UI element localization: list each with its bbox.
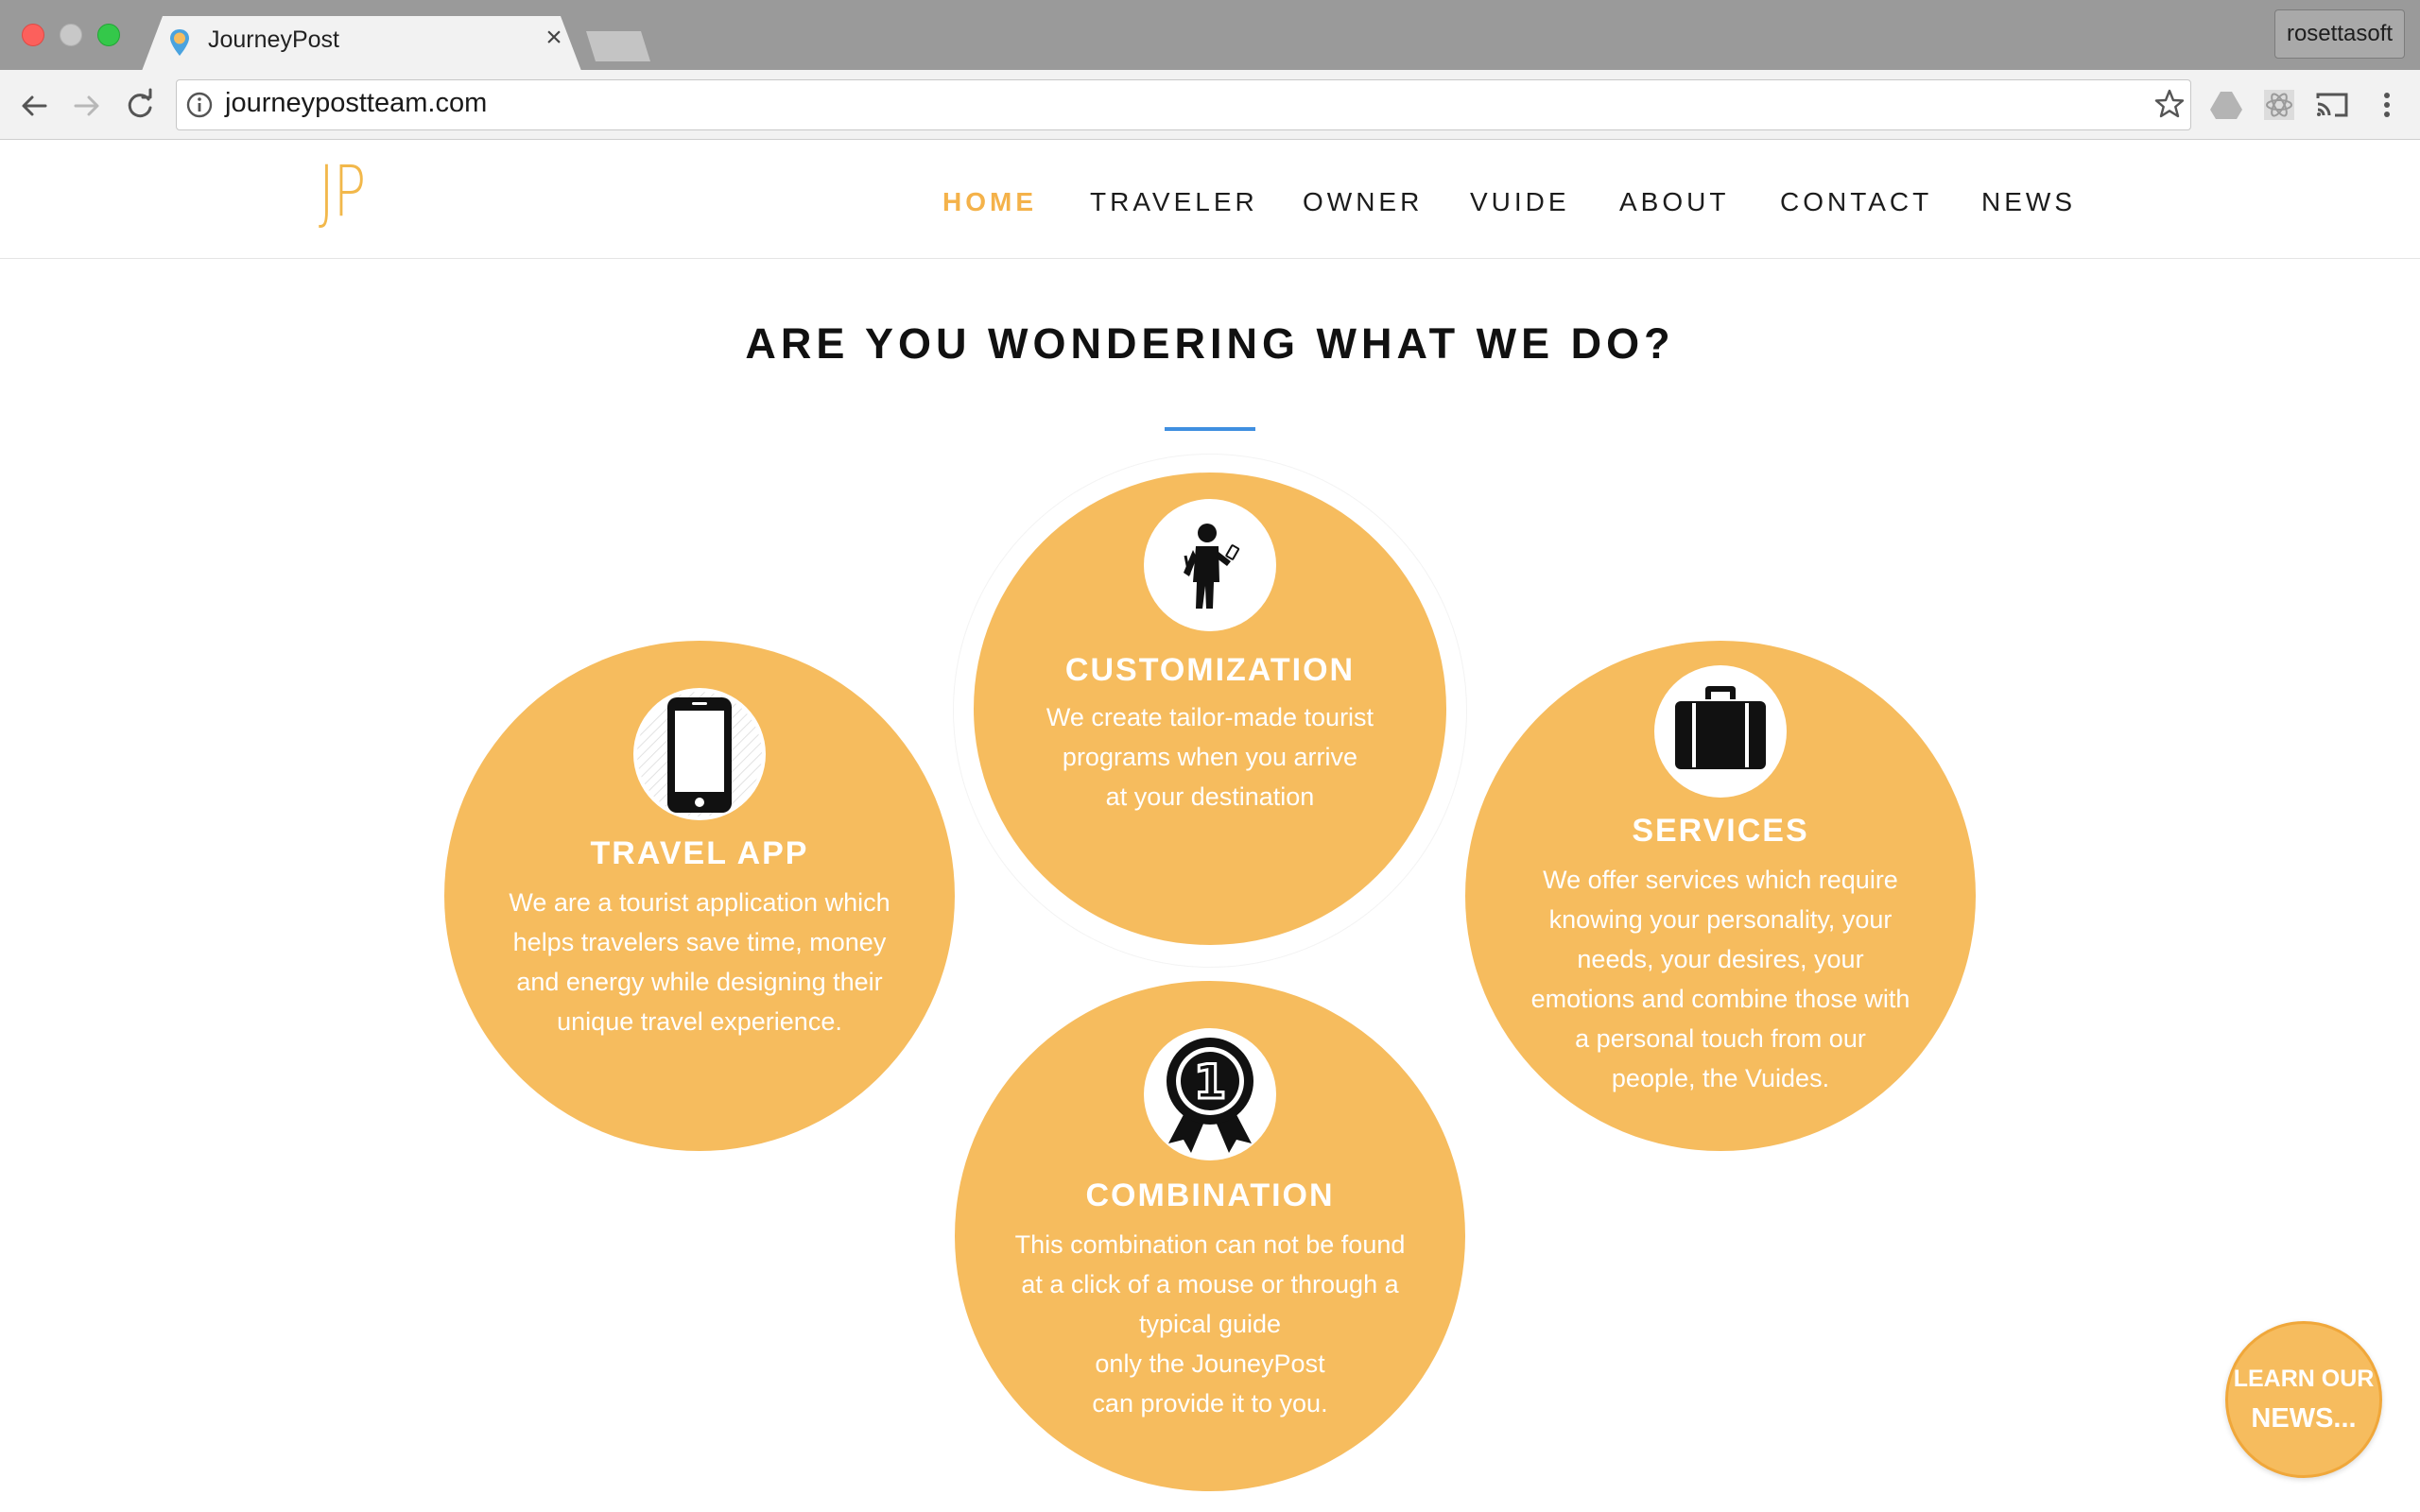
title-underline xyxy=(1165,427,1255,431)
drive-icon[interactable] xyxy=(2208,87,2244,123)
location-pin-icon xyxy=(170,29,189,56)
tab-title: JourneyPost xyxy=(208,26,339,53)
services-body: We offer services which require knowing … xyxy=(1530,866,1910,1092)
cast-icon[interactable] xyxy=(2314,87,2350,123)
bookmark-star-icon[interactable] xyxy=(2153,88,2186,120)
reload-icon[interactable] xyxy=(119,85,161,127)
travel-app-body: We are a tourist application which helps… xyxy=(509,888,890,1036)
learn-news-button[interactable]: LEARN OUR NEWS... xyxy=(2225,1321,2382,1478)
nav-vuide[interactable]: VUIDE xyxy=(1470,187,1570,217)
profile-button[interactable]: rosettasoft xyxy=(2274,9,2405,59)
forward-arrow-icon[interactable] xyxy=(66,85,108,127)
customization-body: We create tailor-made tourist programs w… xyxy=(1046,703,1374,811)
close-window-button[interactable] xyxy=(22,24,44,46)
services-title: SERVICES xyxy=(1632,813,1809,849)
travel-app-title: TRAVEL APP xyxy=(590,835,809,871)
nav-traveler[interactable]: TRAVELER xyxy=(1090,187,1258,217)
info-icon[interactable] xyxy=(185,91,214,119)
services-card: SERVICES We offer services which require… xyxy=(1465,641,1976,1151)
travel-app-card: TRAVEL APP We are a tourist application … xyxy=(444,641,955,1151)
svg-text:1: 1 xyxy=(1194,1055,1227,1109)
nav-contact[interactable]: CONTACT xyxy=(1780,187,1932,217)
nav-owner[interactable]: OWNER xyxy=(1303,187,1423,217)
section-title: ARE YOU WONDERING WHAT WE DO? xyxy=(745,319,1675,368)
combination-body: This combination can not be found at a c… xyxy=(1014,1230,1406,1418)
learn-news-line2: NEWS... xyxy=(2251,1403,2357,1434)
customization-title: CUSTOMIZATION xyxy=(1064,652,1356,688)
nav-about[interactable]: ABOUT xyxy=(1619,187,1729,217)
maximize-window-button[interactable] xyxy=(97,24,120,46)
nav-news[interactable]: NEWS xyxy=(1981,187,2076,217)
new-tab-button[interactable] xyxy=(586,31,650,61)
minimize-window-button[interactable] xyxy=(60,24,82,46)
learn-news-line1: LEARN OUR xyxy=(2233,1366,2375,1392)
url-text[interactable]: journeypostteam.com xyxy=(225,88,487,119)
combination-card: 1 COMBINATION This combination can not b… xyxy=(955,981,1465,1491)
react-devtools-icon[interactable] xyxy=(2261,87,2297,123)
traveler-icon xyxy=(1144,499,1276,631)
suitcase-icon xyxy=(1654,665,1787,798)
customization-card: CUSTOMIZATION We create tailor-made tour… xyxy=(974,472,1446,945)
tab-close-icon[interactable]: × xyxy=(541,24,567,52)
smartphone-icon xyxy=(633,688,766,820)
nav-home[interactable]: HOME xyxy=(942,187,1037,217)
menu-dots-icon[interactable] xyxy=(2369,87,2405,123)
combination-title: COMBINATION xyxy=(1085,1177,1335,1213)
award-ribbon-icon: 1 xyxy=(1144,1028,1276,1160)
back-arrow-icon[interactable] xyxy=(13,85,55,127)
site-logo[interactable]: JP xyxy=(319,151,366,232)
